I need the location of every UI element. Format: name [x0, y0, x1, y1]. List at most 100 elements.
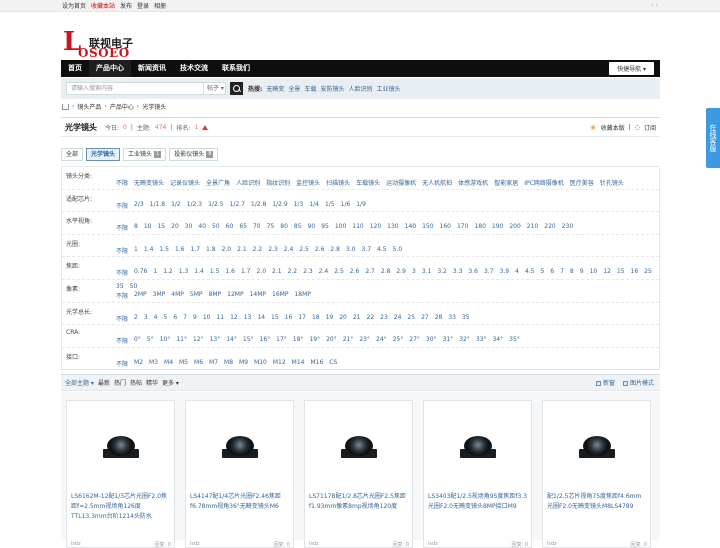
filter-option[interactable]: 150 [422, 223, 433, 232]
nav-news[interactable]: 新闻资讯 [131, 60, 173, 77]
filter-option[interactable]: 1/2.7 [230, 201, 245, 210]
filter-option[interactable]: 9 [580, 268, 584, 277]
filter-option[interactable]: 3.7 [362, 246, 372, 255]
hot-item[interactable]: 工业镜头 [376, 84, 400, 93]
filter-option[interactable]: 25° [393, 336, 404, 345]
filter-option[interactable]: 20 [171, 223, 179, 232]
product-title[interactable]: 配1/2.5芯片视角75度焦距f4.6mm光圈F2.0无畸变镜头M8LS4789 [547, 492, 647, 512]
filter-option[interactable]: 2.8 [330, 246, 340, 255]
filter-option[interactable]: 95 [321, 223, 329, 232]
hot-item[interactable]: 安防镜头 [320, 84, 344, 93]
author[interactable]: lsdz [190, 541, 200, 548]
album-link[interactable]: 相册 [154, 1, 166, 10]
subscribe-link[interactable]: 订阅 [644, 123, 656, 132]
hot-item[interactable]: 全景 [288, 84, 300, 93]
filter-option[interactable]: 80 [280, 223, 288, 232]
filter-option[interactable]: 2.2 [288, 268, 298, 277]
filter-option[interactable]: 2.0 [222, 246, 232, 255]
search-input[interactable]: 请输入搜索内容 帖子 ▾ [66, 82, 226, 95]
product-card[interactable]: LS6162M-12配1/3芯片光圈F2.0焦距f=2.5mm视场角126度TT… [66, 400, 175, 548]
filter-option[interactable]: 25 [407, 314, 415, 323]
filter-option[interactable]: M7 [209, 359, 218, 368]
filter-option[interactable]: 13 [244, 314, 252, 323]
filter-option[interactable]: 65 [239, 223, 247, 232]
sort-hot[interactable]: 热门 [114, 378, 126, 387]
filter-option[interactable]: 3MP [153, 291, 166, 300]
filter-option[interactable]: 12 [603, 268, 611, 277]
filter-option[interactable]: 8 [570, 268, 574, 277]
filter-option[interactable]: 5MP [190, 291, 203, 300]
filter-option[interactable]: 12MP [227, 291, 243, 300]
product-image[interactable] [548, 407, 645, 485]
filter-option[interactable]: 4MP [171, 291, 184, 300]
filter-option[interactable]: 140 [405, 223, 416, 232]
filter-option[interactable]: M9 [239, 359, 248, 368]
post-link[interactable]: 发布 [120, 1, 132, 10]
filter-option[interactable]: 不限 [116, 201, 128, 210]
filter-option[interactable]: 不限 [116, 178, 128, 187]
quick-nav-button[interactable]: 快捷导航 ▾ [609, 62, 654, 75]
product-title[interactable]: LS7117B配1/2.8芯片光圈F2.5焦距f1.93mm像素8mp视场角12… [309, 492, 409, 512]
filter-option[interactable]: 5 [164, 314, 168, 323]
filter-option[interactable]: 85 [294, 223, 302, 232]
filter-option[interactable]: 2.3 [268, 246, 278, 255]
filter-option[interactable]: 2.3 [303, 268, 313, 277]
filter-option[interactable]: 2.6 [350, 268, 360, 277]
filter-option[interactable]: 22 [367, 314, 375, 323]
filter-option[interactable]: 16 [631, 268, 639, 277]
filter-option[interactable]: 28 [435, 314, 443, 323]
filter-option[interactable]: 车载镜头 [356, 178, 380, 187]
nav-home[interactable]: 首页 [61, 60, 89, 77]
topbar-arrows[interactable]: ‹ › [651, 2, 658, 9]
filter-option[interactable]: 16MP [272, 291, 288, 300]
filter-option[interactable]: 19° [309, 336, 320, 345]
filter-option[interactable]: 15 [157, 223, 165, 232]
filter-option[interactable]: 1.2 [163, 268, 173, 277]
filter-option[interactable]: 全景广角 [206, 178, 230, 187]
filter-option[interactable]: 记录仪镜头 [170, 178, 200, 187]
more-dropdown[interactable]: 更多 ▾ [162, 378, 179, 387]
filter-option[interactable]: 3.2 [437, 268, 447, 277]
filter-option[interactable]: 2/3 [134, 201, 144, 210]
filter-option[interactable]: 人脸识别 [236, 178, 260, 187]
nav-products[interactable]: 产品中心 [89, 60, 131, 77]
filter-option[interactable]: 130 [387, 223, 398, 232]
filter-option[interactable]: 33 [448, 314, 456, 323]
hot-item[interactable]: 人脸识别 [348, 84, 372, 93]
filter-option[interactable]: 2.2 [253, 246, 263, 255]
filter-option[interactable]: 不限 [116, 246, 128, 255]
filter-option[interactable]: 1/5 [325, 201, 335, 210]
filter-option[interactable]: 16 [285, 314, 293, 323]
filter-option[interactable]: 无人机航拍 [422, 178, 452, 187]
author[interactable]: lsdz [547, 541, 557, 548]
product-title[interactable]: LS4147配1/4芯片光圈F2.46焦距f6.78mm视角36°无畸变镜头M6 [190, 492, 290, 512]
filter-option[interactable]: 2.0 [256, 268, 266, 277]
search-button[interactable] [230, 82, 243, 95]
filter-option[interactable]: 18° [293, 336, 304, 345]
product-image[interactable] [310, 407, 407, 485]
filter-option[interactable]: 23° [359, 336, 370, 345]
product-title[interactable]: LS6162M-12配1/3芯片光圈F2.0焦距f=2.5mm视场角126度TT… [71, 492, 171, 522]
filter-option[interactable]: 35 [462, 314, 470, 323]
product-card[interactable]: LS7117B配1/2.8芯片光圈F2.5焦距f1.93mm像素8mp视场角12… [304, 400, 413, 548]
filter-option[interactable]: 18 [312, 314, 320, 323]
hot-item[interactable]: 车载 [304, 84, 316, 93]
filter-option[interactable]: M12 [273, 359, 286, 368]
breadcrumb-item[interactable]: 产品中心 [110, 102, 134, 111]
filter-option[interactable]: 6 [550, 268, 554, 277]
filter-option[interactable]: 12 [230, 314, 238, 323]
filter-option[interactable]: 1/2.5 [208, 201, 223, 210]
sort-digest[interactable]: 精华 [146, 378, 158, 387]
filter-option[interactable]: 25 [644, 268, 652, 277]
filter-option[interactable]: 35° [509, 336, 520, 345]
filter-option[interactable]: 190 [492, 223, 503, 232]
product-title[interactable]: LS3403配1/2.5视场角95度焦距f3.3光圈F2.0无畸变镜头8MP接口… [428, 492, 528, 512]
filter-option[interactable]: 5 [540, 268, 544, 277]
filter-option[interactable]: 220 [544, 223, 555, 232]
author[interactable]: lsdz [428, 541, 438, 548]
filter-option[interactable]: 210 [527, 223, 538, 232]
filter-option[interactable]: M2 [134, 359, 143, 368]
filter-option[interactable]: 不限 [116, 223, 128, 232]
filter-option[interactable]: 0.76 [134, 268, 147, 277]
filter-option[interactable]: 2.1 [237, 246, 247, 255]
